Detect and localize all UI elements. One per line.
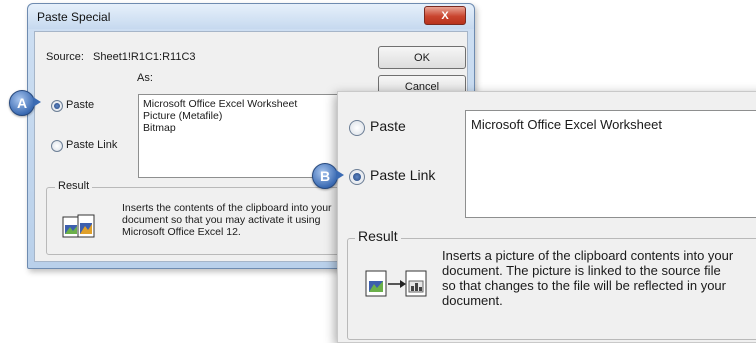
paste-radio[interactable] <box>51 100 63 112</box>
source-value: Sheet1!R1C1:R11C3 <box>93 51 196 63</box>
result-line: Inserts the contents of the clipboard in… <box>122 202 332 214</box>
result-line: document. <box>442 293 503 308</box>
result-description: Inserts the contents of the clipboard in… <box>122 202 332 238</box>
paste-radio-label[interactable]: Paste <box>66 99 94 111</box>
zoom-paste-radio-label[interactable]: Paste <box>370 118 406 134</box>
list-item[interactable]: Picture (Metafile) <box>143 110 355 122</box>
paste-link-radio-label[interactable]: Paste Link <box>66 139 117 151</box>
zoom-paste-link-radio-label[interactable]: Paste Link <box>370 167 435 183</box>
zoom-as-listbox[interactable]: Microsoft Office Excel Worksheet <box>465 110 756 218</box>
result-line: Microsoft Office Excel 12. <box>122 226 241 238</box>
callout-a-badge: A <box>9 90 35 116</box>
zoom-paste-radio[interactable] <box>349 120 365 136</box>
result-label: Result <box>55 180 93 192</box>
list-item[interactable]: Microsoft Office Excel Worksheet <box>471 117 756 132</box>
linked-picture-icon <box>365 270 427 297</box>
source-label: Source: <box>46 51 84 63</box>
callout-a-label: A <box>16 95 28 111</box>
paste-link-radio[interactable] <box>51 140 63 152</box>
zoomed-detail-panel: Paste Paste Link Microsoft Office Excel … <box>337 91 756 343</box>
callout-a-pointer <box>33 97 41 107</box>
result-line: document so that you may activate it usi… <box>122 214 321 226</box>
list-item[interactable]: Microsoft Office Excel Worksheet <box>143 98 355 110</box>
callout-b-label: B <box>319 168 331 184</box>
result-line: document. The picture is linked to the s… <box>442 263 721 278</box>
result-line: so that changes to the file will be refl… <box>442 278 726 293</box>
close-button[interactable]: X <box>424 6 466 25</box>
callout-b-badge: B <box>312 163 338 189</box>
as-label: As: <box>137 72 153 84</box>
ok-button[interactable]: OK <box>378 46 466 69</box>
ok-button-label: OK <box>414 51 430 64</box>
title-bar: Paste Special X <box>28 4 474 29</box>
dialog-title: Paste Special <box>37 10 111 24</box>
embedded-document-icon <box>62 214 95 238</box>
callout-b-pointer <box>336 170 344 180</box>
list-item[interactable]: Bitmap <box>143 122 355 134</box>
zoom-result-description: Inserts a picture of the clipboard conte… <box>442 248 733 308</box>
zoom-paste-link-radio[interactable] <box>349 169 365 185</box>
close-icon: X <box>441 9 449 22</box>
result-line: Inserts a picture of the clipboard conte… <box>442 248 734 263</box>
zoom-result-label: Result <box>355 228 401 244</box>
